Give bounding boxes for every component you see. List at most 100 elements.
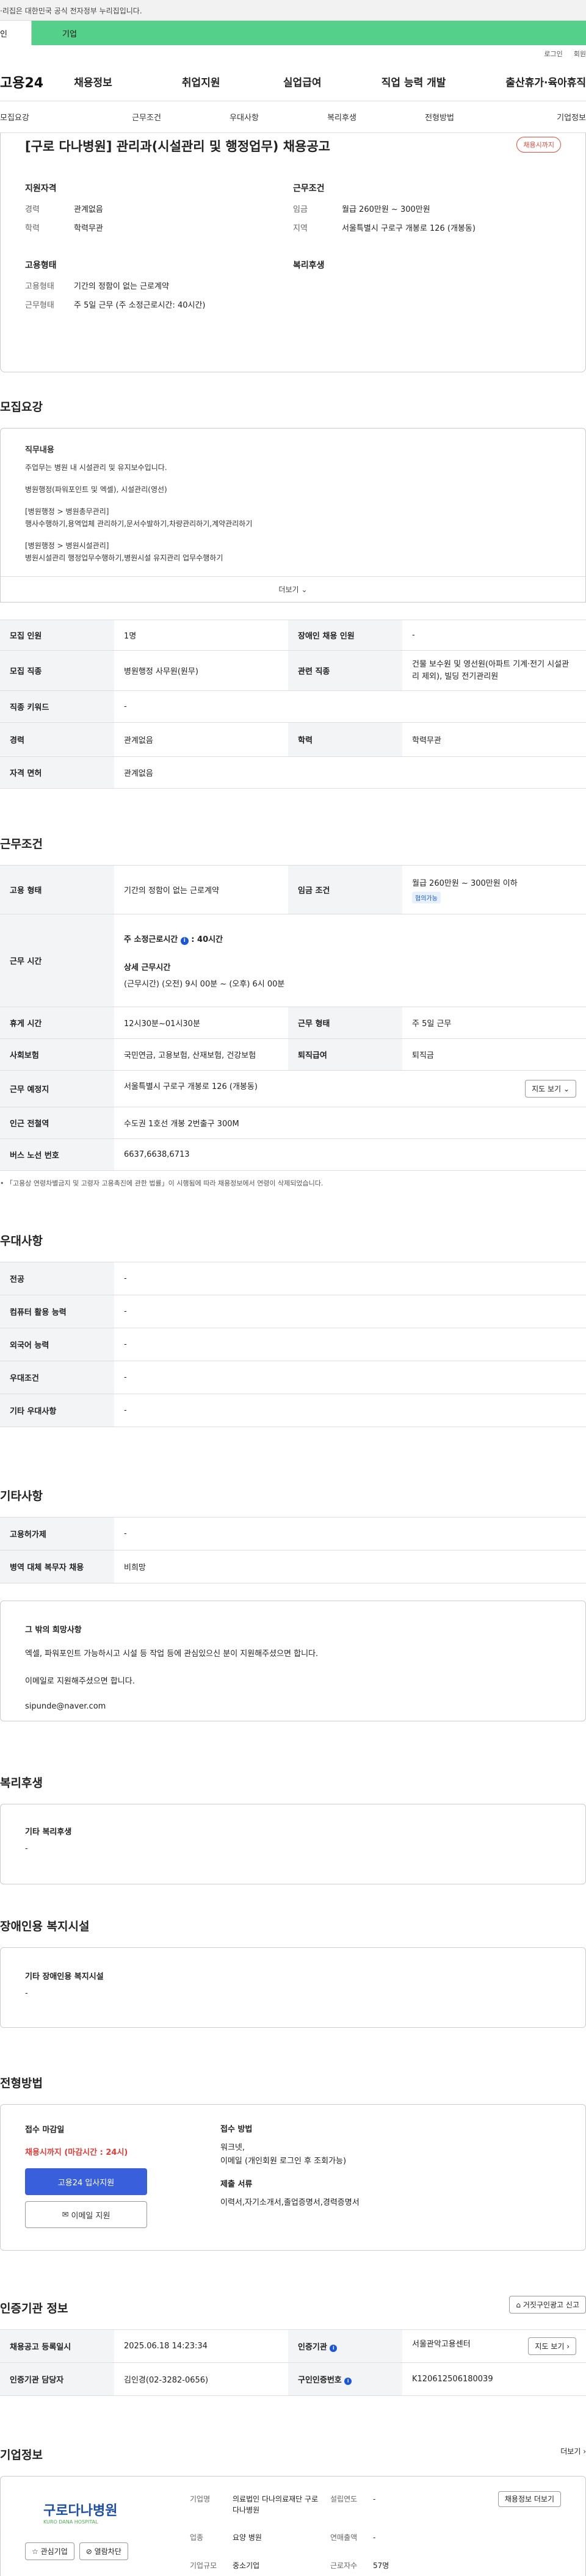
info-icon[interactable]: i xyxy=(330,2345,338,2352)
snb-screen[interactable]: 전형방법 xyxy=(391,111,488,123)
label: 근무 시간 xyxy=(0,914,114,1007)
main-nav: 고용24 채용정보 취업지원 실업급여 직업 능력 개발 출산휴가·육아휴직 xyxy=(0,62,586,101)
label: 인증기관 담당자 xyxy=(0,2362,114,2396)
duty-line: [병원행정 > 병원시설관리] xyxy=(25,541,109,550)
value: - xyxy=(114,1517,586,1550)
company-name: 의료법인 다나의료재단 구로다나병원 xyxy=(233,2495,319,2514)
company-jobs-button[interactable]: 채용정보 더보기 xyxy=(497,2491,561,2507)
welfare-value: - xyxy=(25,1844,28,1853)
value: - xyxy=(402,620,586,651)
nav-leave[interactable]: 출산휴가·육아휴직 xyxy=(469,74,586,89)
wish-line: 엑셀, 파워포인트 가능하시고 시설 등 작업 등에 관심있으신 분이 지원해주… xyxy=(25,1649,319,1659)
block-icon: ⊘ xyxy=(85,2547,92,2556)
more-button[interactable]: 더보기 ⌄ xyxy=(1,576,585,602)
career-value: 관계없음 xyxy=(74,205,103,214)
favorite-label: 관심기업 xyxy=(40,2547,68,2556)
label: 우대조건 xyxy=(0,1361,114,1394)
label: 연매출액 xyxy=(330,2533,358,2542)
utility-menu: 로그인 회원 xyxy=(0,45,586,62)
label: 고용형태 xyxy=(25,282,54,291)
label: 고용허가제 xyxy=(0,1517,114,1550)
value: 수도권 1호선 개봉 2번출구 300M xyxy=(114,1107,586,1139)
map-button[interactable]: 지도 보기 ⌄ xyxy=(525,1080,576,1098)
welfare-title: 복리후생 xyxy=(0,1776,43,1790)
label: 외국어 능력 xyxy=(0,1328,114,1361)
report-button[interactable]: ⌂ 거짓구인광고 신고 xyxy=(509,2296,586,2314)
value: 병원행정 사무원(원무) xyxy=(114,650,288,691)
label: 장애인 채용 인원 xyxy=(288,620,402,651)
negotiable-tag: 협의가능 xyxy=(412,891,441,903)
nav-unemployment[interactable]: 실업급여 xyxy=(258,74,346,89)
value: 6637,6638,6713 xyxy=(114,1138,586,1171)
snb-company[interactable]: 기업정보 xyxy=(488,111,586,123)
label: 학력 xyxy=(25,224,40,233)
label-text: 인증기관 xyxy=(298,2343,327,2352)
recruit-title: 모집요강 xyxy=(0,400,43,414)
emp-title: 고용형태 xyxy=(25,261,57,270)
nav-jobs[interactable]: 채용정보 xyxy=(74,74,132,89)
value: 1명 xyxy=(114,620,288,651)
wish-title: 그 밖의 희망사항 xyxy=(25,1626,82,1635)
deadline-badge: 채용시까지 xyxy=(516,137,561,153)
label: 기업명 xyxy=(190,2495,211,2503)
agency-map-button[interactable]: 지도 보기 › xyxy=(528,2337,576,2355)
nav-training[interactable]: 직업 능력 개발 xyxy=(361,74,466,89)
apply-button[interactable]: 고용24 입사지원 xyxy=(25,2168,147,2195)
label: 직종 키워드 xyxy=(0,690,114,723)
nav-employment-support[interactable]: 취업지원 xyxy=(157,74,245,89)
snb-work[interactable]: 근무조건 xyxy=(98,111,195,123)
value: 요양 병원 xyxy=(233,2533,262,2542)
job-summary-card: [구로 다나병원] 관리과(시설관리 및 행정업무) 채용공고 채용시까지 지원… xyxy=(0,133,586,372)
hours-weekly-value: 40시간 xyxy=(197,935,223,944)
company-logo: 구로다나병원 KURO DANA HOSPITAL xyxy=(43,2494,172,2530)
value: 중소기업 xyxy=(233,2561,260,2570)
more-label: 더보기 xyxy=(278,585,299,594)
value: 관계없음 xyxy=(114,756,586,789)
label: 근무 예정지 xyxy=(0,1070,114,1107)
duty-content: 직무내용 주업무는 병원 내 시설관리 및 유지보수입니다. 병원행정(파워포인… xyxy=(1,429,585,576)
welfare-sub: 기타 복리후생 xyxy=(25,1828,72,1837)
favorite-button[interactable]: ☆ 관심기업 xyxy=(25,2542,74,2560)
label: 버스 노선 번호 xyxy=(0,1138,114,1171)
snb-recruit[interactable]: 모집요강 xyxy=(0,111,98,123)
duty-line: 행사수행하기,용역업체 관리하기,문서수발하기,차량관리하기,계약관리하기 xyxy=(25,519,253,528)
work-table: 고용 형태 기간의 정함이 없는 근로계약 임금 조건 월급 260만원 ~ 300만… xyxy=(0,865,586,1171)
value: 2025.06.18 14:23:34 xyxy=(114,2329,288,2363)
method-value: 워크넷, 이메일 (개인회원 로그인 후 조회가능) xyxy=(220,2143,347,2166)
duty-line: 병원행정(파워포인트 및 엑셀), 시설관리(영선) xyxy=(25,485,167,494)
company-more-link[interactable]: 더보기 › xyxy=(560,2446,586,2456)
label: 기타 우대사항 xyxy=(0,1394,114,1427)
wish-line: 이메일로 지원해주셨으면 합니다. xyxy=(25,1677,135,1686)
edu-value: 학력무관 xyxy=(74,224,103,233)
value: 기간의 정함이 없는 근로계약 xyxy=(114,865,288,914)
snb-pref[interactable]: 우대사항 xyxy=(195,111,293,123)
deadline-label: 접수 마감일 xyxy=(25,2126,65,2135)
snb-welfare[interactable]: 복리후생 xyxy=(293,111,391,123)
wage-value: 월급 260만원 ~ 300만원 xyxy=(342,205,430,214)
label: 전공 xyxy=(0,1262,114,1295)
pref-title: 우대사항 xyxy=(0,1234,43,1248)
site-logo[interactable]: 고용24 xyxy=(0,72,70,92)
duty-line: 주업무는 병원 내 시설관리 및 유지보수입니다. xyxy=(25,463,167,472)
block-button[interactable]: ⊘ 열람차단 xyxy=(79,2542,128,2560)
login-link[interactable]: 로그인 xyxy=(544,49,562,59)
agency-table: 채용공고 등록일시 2025.06.18 14:23:34 인증기관 i 서울관악고용… xyxy=(0,2329,586,2396)
agency-title: 인증기관 정보 xyxy=(0,2302,68,2315)
value: - xyxy=(373,2495,376,2503)
tab-company[interactable]: 기업 xyxy=(32,21,93,45)
logo-subtext: KURO DANA HOSPITAL xyxy=(43,2519,98,2525)
tab-personal[interactable]: 인 xyxy=(0,21,32,45)
value: 서울관악고용센터 xyxy=(412,2340,471,2349)
info-icon[interactable]: i xyxy=(180,936,189,945)
label: 경력 xyxy=(0,722,114,757)
signup-link[interactable]: 회원 xyxy=(574,49,586,59)
etc-title: 기타사항 xyxy=(0,1489,43,1503)
report-label: 거짓구인광고 신고 xyxy=(523,2301,579,2309)
value: - xyxy=(114,1262,586,1295)
info-icon[interactable]: i xyxy=(344,2378,352,2385)
company-title: 기업정보 xyxy=(0,2448,43,2462)
email-apply-button[interactable]: ✉ 이메일 지원 xyxy=(25,2201,147,2228)
value: - xyxy=(114,1328,586,1361)
chevron-down-icon: ⌄ xyxy=(563,1085,570,1093)
worktype-value: 주 5일 근무 (주 소정근로시간: 40시간) xyxy=(74,301,206,310)
